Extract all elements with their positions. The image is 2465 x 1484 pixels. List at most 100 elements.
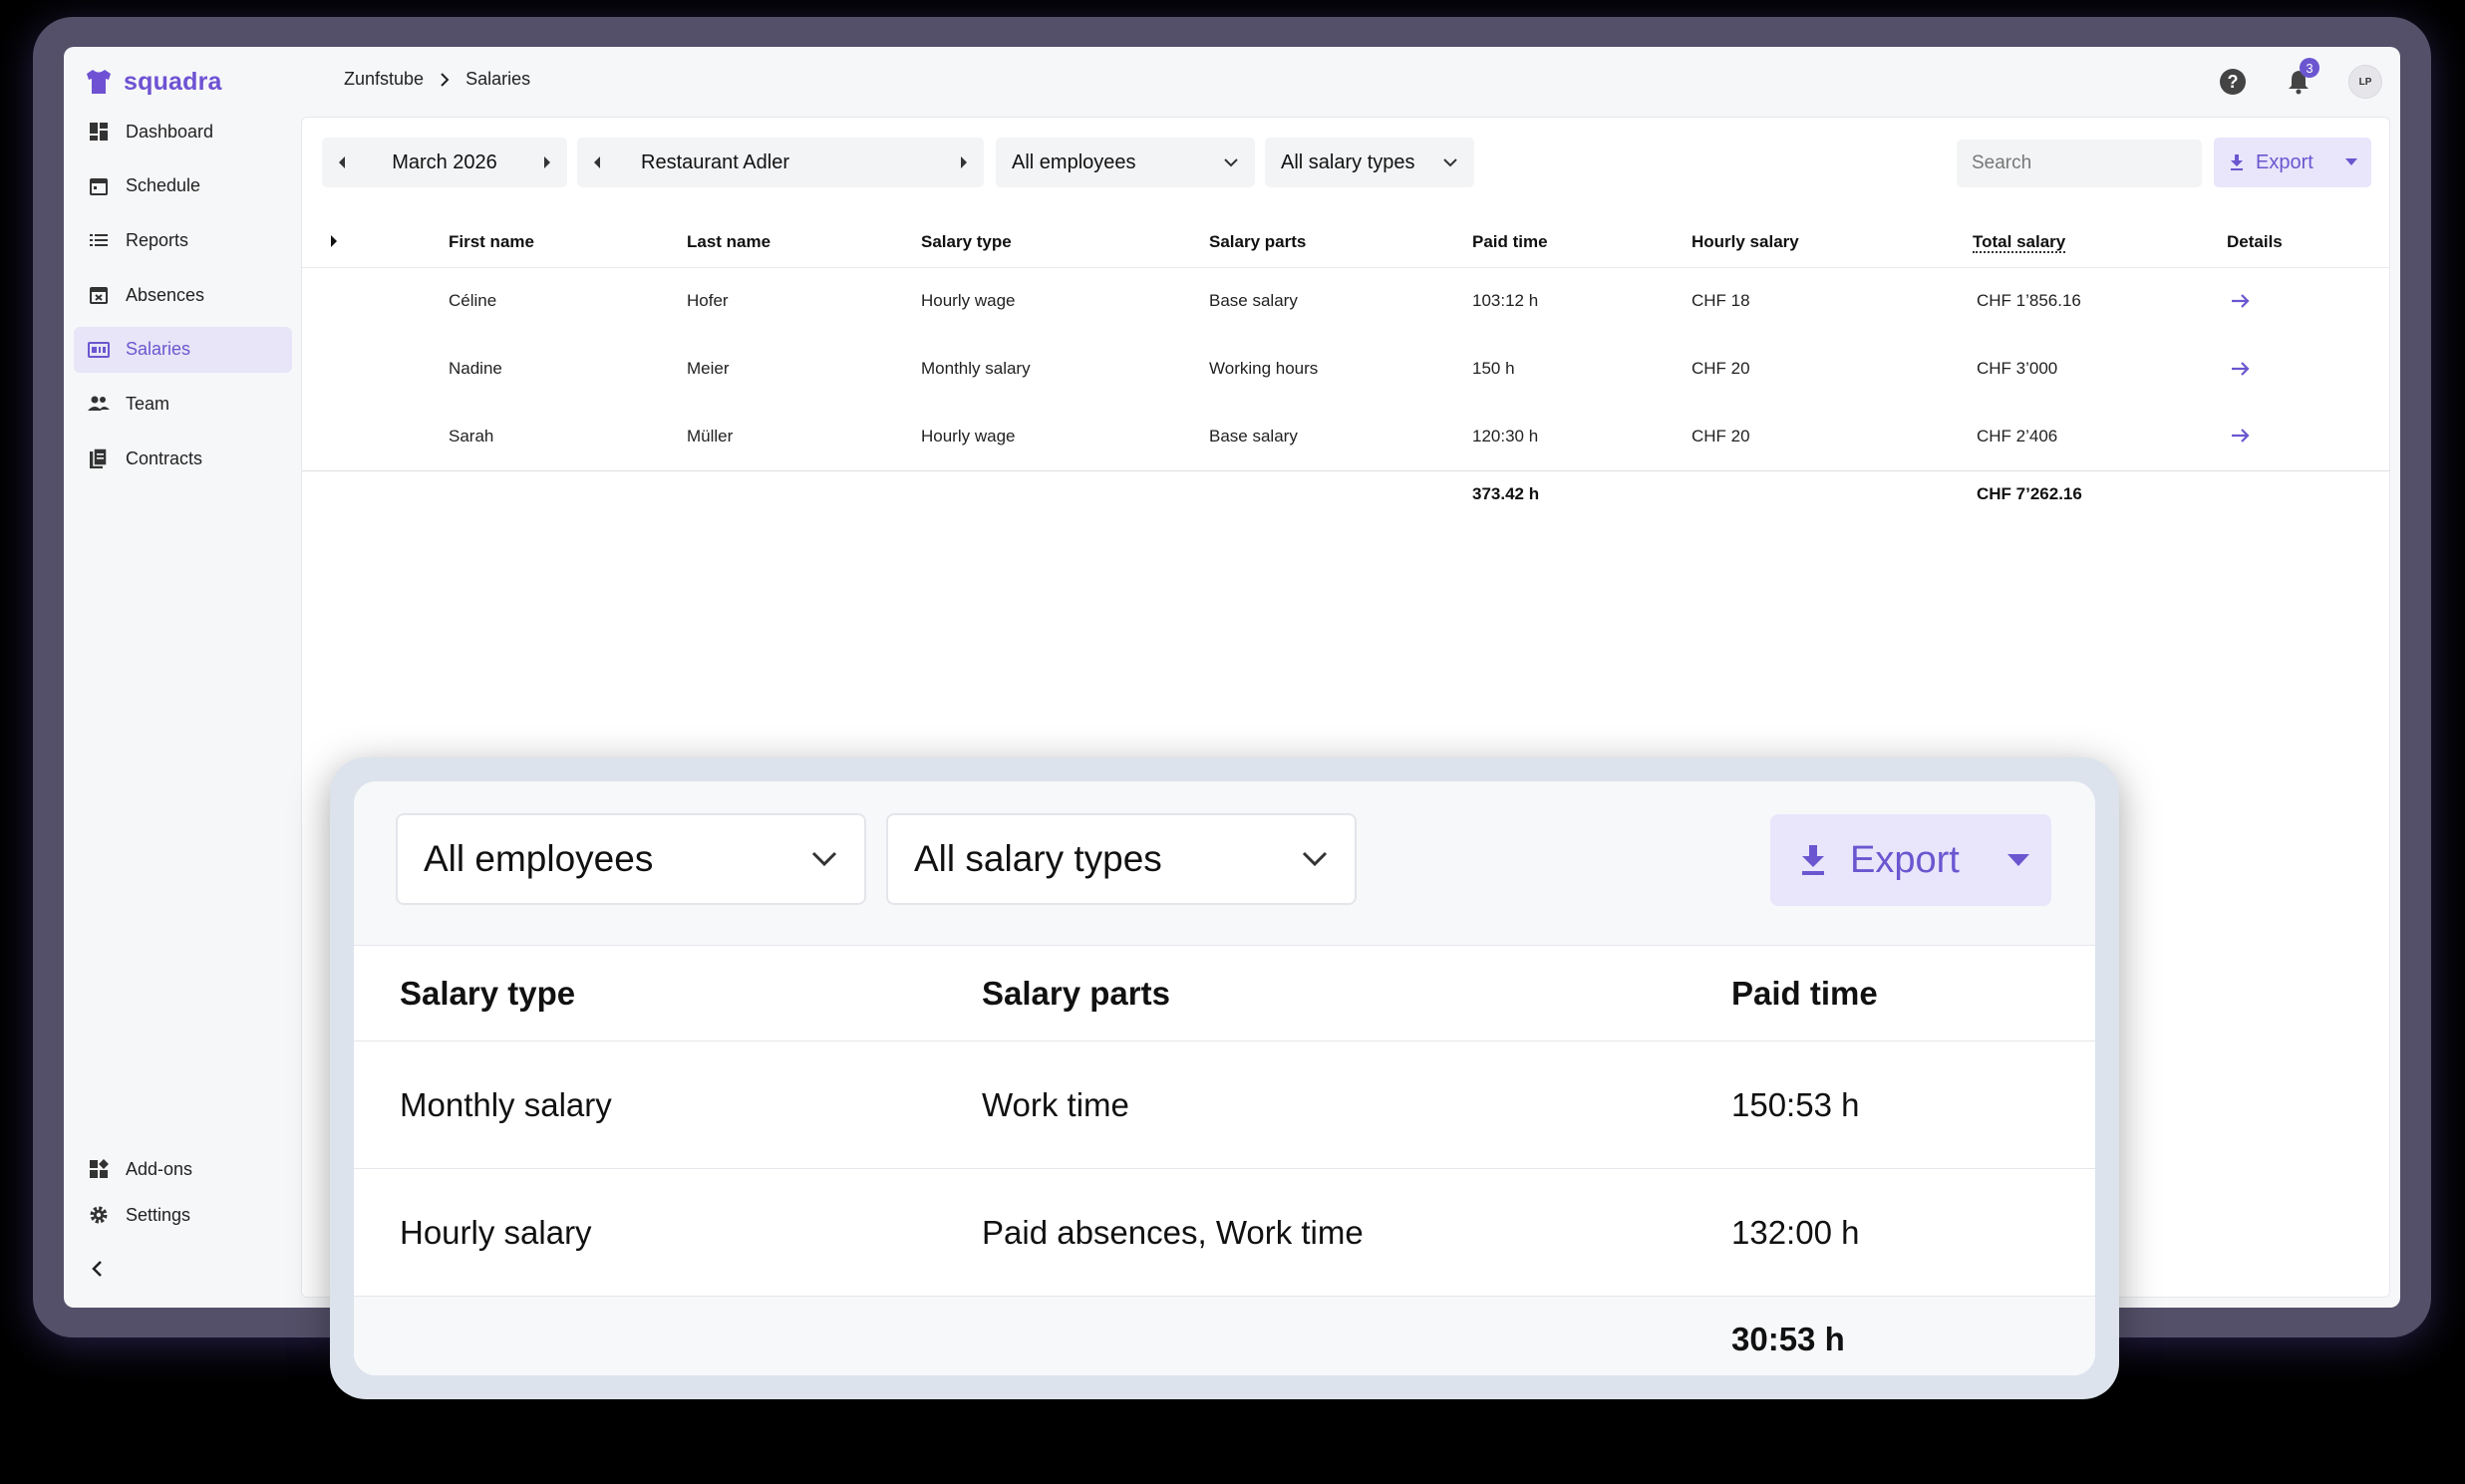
breadcrumb-item-salaries: Salaries [465, 69, 531, 89]
period-label[interactable]: March 2026 [362, 151, 527, 174]
row-spacer [302, 403, 449, 470]
cell-salary-type: Hourly wage [921, 426, 1016, 445]
cell-total-salary: CHF 2’406 [1977, 426, 2058, 445]
caret-right-icon [544, 156, 550, 168]
sidebar-item-absences[interactable]: Absences [74, 272, 292, 318]
breadcrumb-item-zunfstube[interactable]: Zunfstube [344, 69, 424, 90]
sidebar-item-label: Reports [126, 229, 189, 250]
sidebar-item-schedule[interactable]: Schedule [74, 163, 292, 209]
callout-column-salary-type[interactable]: Salary type [354, 945, 982, 1041]
callout-salary-type-filter-value: All salary types [914, 838, 1162, 879]
sidebar-item-settings[interactable]: Settings [74, 1192, 292, 1238]
cell-first-name: Sarah [449, 426, 494, 445]
callout-export-button[interactable]: Export [1770, 814, 2051, 906]
sidebar-bottom-nav: Add-ons Settings [74, 1146, 292, 1238]
previous-location-button[interactable] [577, 138, 617, 187]
export-button[interactable]: Export [2214, 138, 2371, 187]
callout-export-options-toggle[interactable] [2007, 853, 2029, 867]
cell-salary-parts: Base salary [1209, 426, 1298, 445]
expand-all-toggle[interactable] [302, 217, 449, 268]
callout-column-paid-time[interactable]: Paid time [1731, 945, 2095, 1041]
app-logo[interactable]: squadra [84, 67, 222, 97]
shirt-logo-icon [87, 70, 111, 94]
table-row[interactable]: Hourly salary Paid absences, Work time 1… [354, 1168, 2095, 1297]
chevron-down-icon [1443, 158, 1457, 167]
table-row[interactable]: Sarah Müller Hourly wage Base salary 120… [302, 403, 2389, 470]
export-options-toggle[interactable] [2345, 158, 2357, 166]
search-input[interactable] [1957, 140, 2202, 187]
details-arrow-icon[interactable] [2229, 424, 2253, 447]
table-row[interactable]: Nadine Meier Monthly salary Working hour… [302, 335, 2389, 403]
next-location-button[interactable] [944, 138, 984, 187]
details-arrow-icon[interactable] [2229, 357, 2253, 381]
download-icon [2231, 154, 2243, 170]
callout-header-row: Salary type Salary parts Paid time [354, 945, 2095, 1041]
cell-salary-type: Hourly wage [921, 291, 1016, 311]
chevron-right-icon [441, 72, 450, 87]
row-spacer [302, 335, 449, 403]
next-month-button[interactable] [527, 138, 567, 187]
calendar-x-icon [88, 284, 110, 306]
salary-type-filter-select[interactable]: All salary types [1265, 138, 1474, 187]
header-actions: ? 3 LP [2217, 58, 2382, 99]
location-label[interactable]: Restaurant Adler [617, 151, 944, 174]
callout-employee-filter-value: All employees [424, 838, 654, 879]
cell-total-salary: CHF 1’856.16 [1977, 291, 2081, 311]
employee-filter-select[interactable]: All employees [996, 138, 1255, 187]
cell-first-name: Céline [449, 291, 497, 311]
sidebar-item-dashboard[interactable]: Dashboard [74, 109, 292, 154]
gear-icon [88, 1204, 110, 1226]
table-row[interactable]: Céline Hofer Hourly wage Base salary 103… [302, 267, 2389, 335]
collapse-sidebar-button[interactable] [84, 1255, 112, 1283]
cell-last-name: Müller [687, 426, 734, 445]
cell-total-salary: CHF 3’000 [1977, 359, 2058, 378]
chevron-left-icon [92, 1261, 102, 1277]
column-header-paid-time[interactable]: Paid time [1472, 217, 1692, 268]
totals-row: 373.42 h CHF 7’262.16 [302, 469, 2389, 518]
salaries-table: First name Last name Salary type Salary … [302, 217, 2389, 518]
user-avatar[interactable]: LP [2348, 65, 2382, 99]
callout-cell-salary-type: Monthly salary [354, 1040, 982, 1169]
sidebar-item-salaries[interactable]: Salaries [74, 326, 292, 373]
notifications-button[interactable]: 3 [2283, 58, 2319, 98]
column-header-first-name[interactable]: First name [449, 217, 687, 268]
sidebar-item-label: Absences [126, 284, 205, 305]
cell-hourly-salary: CHF 20 [1692, 359, 1750, 378]
caret-left-icon [594, 156, 600, 168]
previous-month-button[interactable] [322, 138, 362, 187]
sidebar-item-reports[interactable]: Reports [74, 217, 292, 263]
cell-details [2227, 403, 2389, 470]
column-header-last-name[interactable]: Last name [687, 217, 921, 268]
column-header-salary-type[interactable]: Salary type [921, 217, 1209, 268]
callout-employee-filter-select[interactable]: All employees [396, 813, 866, 905]
sidebar: squadra Dashboard Schedule Reports Absen… [64, 47, 301, 1308]
sidebar-item-label: Settings [126, 1204, 191, 1225]
column-header-salary-parts[interactable]: Salary parts [1209, 217, 1472, 268]
chevron-down-icon [1224, 158, 1238, 167]
salary-type-filter-value: All salary types [1281, 150, 1415, 173]
callout-total-spacer [982, 1296, 1731, 1375]
help-icon[interactable]: ? [2217, 66, 2249, 98]
column-header-hourly-salary[interactable]: Hourly salary [1692, 217, 1973, 268]
salary-icon [88, 339, 110, 361]
filter-toolbar: March 2026 Restaurant Adler All employee… [322, 138, 2371, 187]
cell-salary-type: Monthly salary [921, 359, 1031, 378]
sidebar-item-contracts[interactable]: Contracts [74, 436, 292, 481]
cell-details [2227, 335, 2389, 403]
callout-table: Salary type Salary parts Paid time Month… [354, 945, 2095, 1375]
sidebar-item-label: Salaries [126, 339, 191, 360]
sidebar-item-label: Team [126, 393, 170, 414]
cell-paid-time: 120:30 h [1472, 426, 1539, 445]
sidebar-item-team[interactable]: Team [74, 381, 292, 427]
totals-spacer [302, 469, 1472, 518]
column-header-details: Details [2227, 217, 2389, 268]
details-arrow-icon[interactable] [2229, 289, 2253, 313]
chevron-down-icon [1302, 851, 1328, 867]
callout-salary-type-filter-select[interactable]: All salary types [886, 813, 1357, 905]
callout-column-salary-parts[interactable]: Salary parts [982, 945, 1731, 1041]
sidebar-item-label: Dashboard [126, 121, 214, 142]
sidebar-item-label: Schedule [126, 175, 201, 196]
column-header-total-salary[interactable]: Total salary [1973, 217, 2227, 268]
table-row[interactable]: Monthly salary Work time 150:53 h [354, 1040, 2095, 1169]
sidebar-item-addons[interactable]: Add-ons [74, 1146, 292, 1192]
